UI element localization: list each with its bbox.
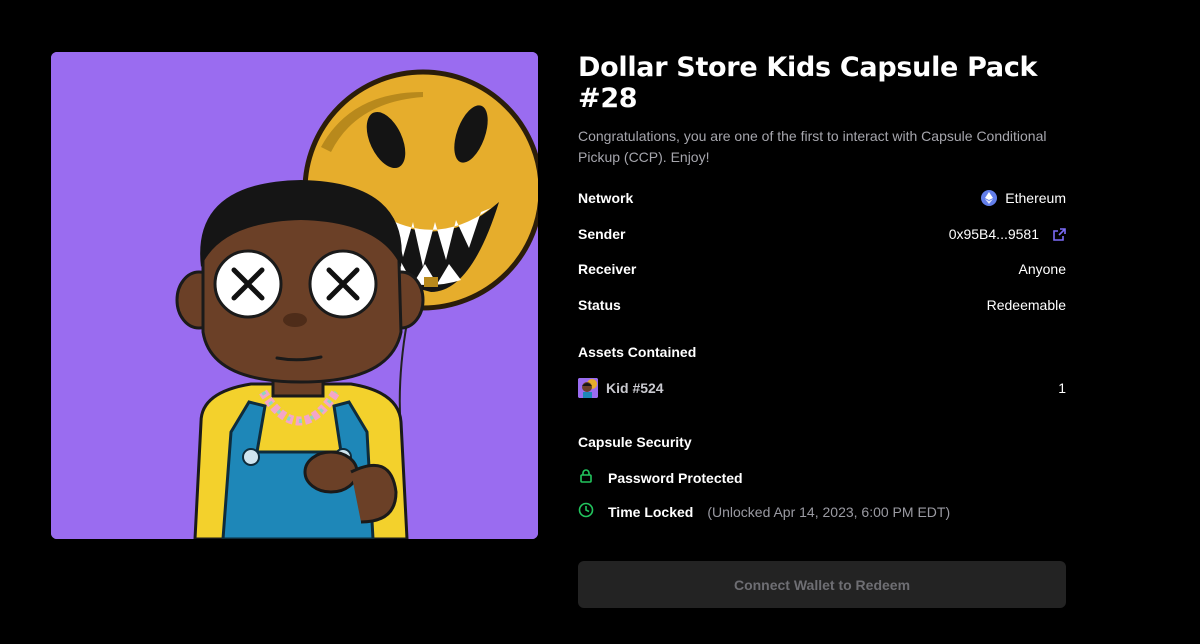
time-locked-label: Time Locked (608, 503, 694, 520)
kid-artwork-illustration (51, 52, 538, 539)
asset-name: Kid #524 (606, 380, 664, 396)
detail-row-network: Network Ethereum (578, 188, 1066, 208)
capsule-description: Congratulations, you are one of the firs… (578, 128, 1047, 165)
receiver-label: Receiver (578, 261, 637, 277)
network-name: Ethereum (1005, 190, 1066, 206)
security-heading: Capsule Security (578, 434, 692, 450)
clock-icon (578, 502, 594, 521)
sender-address: 0x95B4...9581 (948, 226, 1039, 242)
asset-quantity: 1 (1058, 380, 1066, 396)
receiver-value: Anyone (1018, 261, 1066, 277)
network-label: Network (578, 190, 634, 206)
password-protected-label: Password Protected (608, 469, 743, 486)
connect-wallet-button[interactable]: Connect Wallet to Redeem (578, 561, 1066, 608)
network-value: Ethereum (981, 190, 1066, 206)
lock-icon (578, 468, 594, 487)
asset-thumbnail (578, 378, 598, 398)
unlock-date-note: (Unlocked Apr 14, 2023, 6:00 PM EDT) (707, 503, 951, 520)
page-title: Dollar Store Kids Capsule Pack #28 (578, 52, 1038, 114)
status-label: Status (578, 297, 621, 313)
detail-row-sender: Sender 0x95B4...9581 (578, 224, 1066, 244)
sender-label: Sender (578, 226, 626, 242)
status-value: Redeemable (986, 297, 1066, 313)
detail-row-status: Status Redeemable (578, 295, 1066, 315)
asset-link[interactable]: Kid #524 (578, 378, 664, 398)
external-link-icon[interactable] (1053, 227, 1066, 241)
sender-value: 0x95B4...9581 (949, 226, 1066, 242)
asset-row: Kid #524 1 (578, 377, 1066, 399)
assets-heading: Assets Contained (578, 344, 697, 360)
nft-artwork (51, 52, 538, 539)
ethereum-icon (981, 190, 998, 206)
detail-row-receiver: Receiver Anyone (578, 259, 1066, 279)
security-timelock: Time Locked (Unlocked Apr 14, 2023, 6:00… (578, 502, 950, 521)
security-password: Password Protected (578, 468, 743, 487)
capsule-info-panel: Dollar Store Kids Capsule Pack #28 Congr… (578, 52, 1066, 520)
